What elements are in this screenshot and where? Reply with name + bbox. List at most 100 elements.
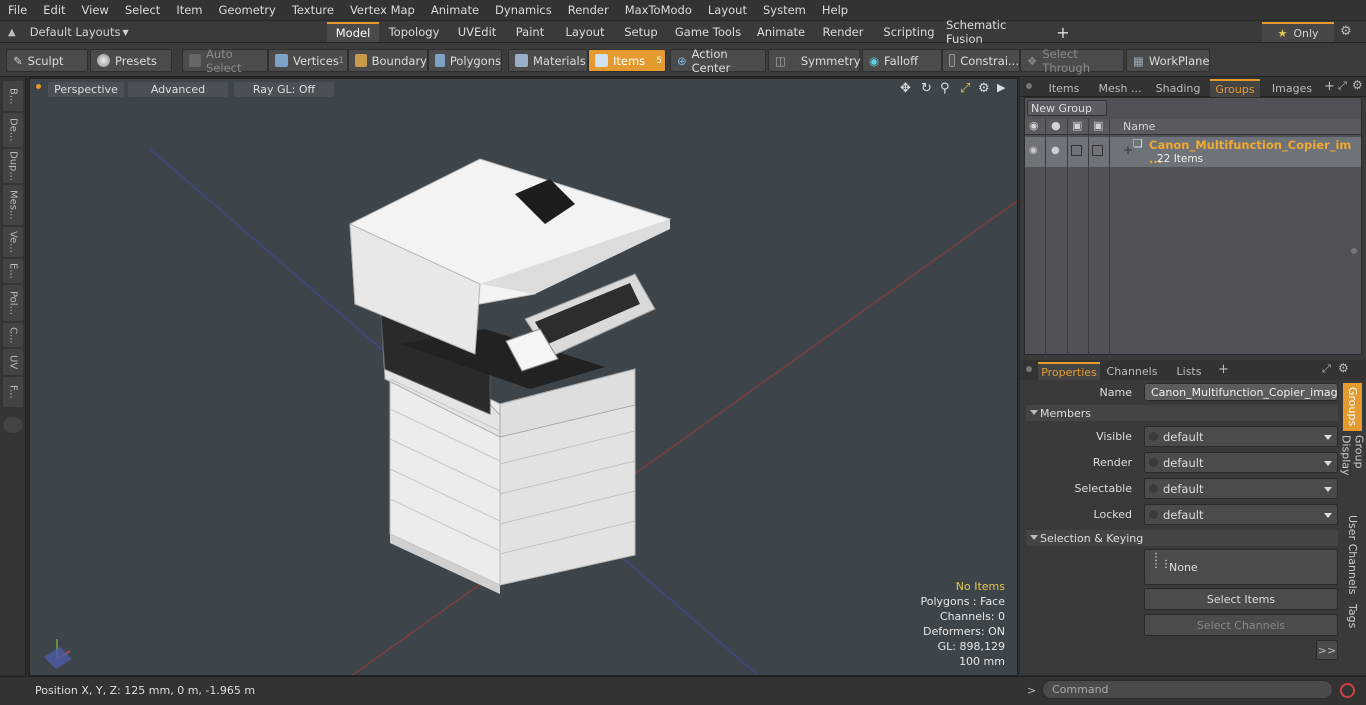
tab-shading[interactable]: Shading bbox=[1150, 79, 1206, 97]
raygl-toggle[interactable]: Ray GL: Off bbox=[234, 82, 334, 97]
left-tab-fusion[interactable]: F... bbox=[3, 377, 23, 407]
gear-icon[interactable]: ⚙ bbox=[1340, 24, 1358, 40]
menu-layout[interactable]: Layout bbox=[700, 3, 755, 17]
items-button[interactable]: Items 5 bbox=[588, 49, 666, 72]
left-tab-basic[interactable]: B... bbox=[3, 81, 23, 111]
visibility-eye-icon[interactable]: ◉ bbox=[1029, 119, 1039, 132]
prop-gear-icon[interactable]: ⚙ bbox=[1338, 361, 1349, 375]
menu-select[interactable]: Select bbox=[117, 3, 168, 17]
shading-advanced-dropdown[interactable]: Advanced bbox=[128, 82, 228, 97]
only-toggle[interactable]: ★ Only bbox=[1262, 22, 1334, 42]
tab-properties[interactable]: Properties bbox=[1038, 362, 1100, 380]
tab-setup[interactable]: Setup bbox=[618, 22, 664, 42]
tab-scripting[interactable]: Scripting bbox=[878, 22, 940, 42]
expand-more-button[interactable]: >> bbox=[1316, 640, 1338, 660]
tab-channels[interactable]: Channels bbox=[1104, 362, 1160, 380]
maximize-icon[interactable]: ⤢ bbox=[1338, 79, 1347, 93]
panel-menu-dot-icon[interactable] bbox=[1026, 83, 1032, 89]
perspective-dropdown[interactable]: Perspective bbox=[48, 82, 124, 97]
selectable-dropdown[interactable]: default bbox=[1144, 478, 1338, 499]
tab-items[interactable]: Items bbox=[1038, 79, 1090, 97]
left-tab-mesh[interactable]: Mes... bbox=[3, 185, 23, 225]
record-icon[interactable] bbox=[1340, 683, 1355, 698]
workplane-button[interactable]: ▦ WorkPlane bbox=[1126, 49, 1210, 72]
side-tab-group-display[interactable]: Group Display bbox=[1340, 435, 1366, 511]
select-through-button[interactable]: ❖ Select Through bbox=[1020, 47, 1124, 75]
tab-render[interactable]: Render bbox=[816, 22, 870, 42]
boundary-button[interactable]: Boundary bbox=[348, 49, 428, 72]
menu-help[interactable]: Help bbox=[814, 3, 856, 17]
side-tab-groups[interactable]: Groups bbox=[1343, 383, 1362, 431]
add-panel-tab-icon[interactable]: + bbox=[1324, 79, 1335, 94]
left-tab-edge[interactable]: E... bbox=[3, 259, 23, 283]
menu-edit[interactable]: Edit bbox=[35, 3, 73, 17]
select-items-button[interactable]: Select Items bbox=[1144, 588, 1338, 610]
prop-maximize-icon[interactable]: ⤢ bbox=[1322, 362, 1331, 376]
menu-animate[interactable]: Animate bbox=[423, 3, 487, 17]
tab-animate[interactable]: Animate bbox=[752, 22, 810, 42]
tab-uvedit[interactable]: UVEdit bbox=[450, 22, 504, 42]
add-tab-icon[interactable]: + bbox=[1052, 22, 1074, 42]
render-icon[interactable]: ● bbox=[1051, 119, 1061, 132]
menu-vertex-map[interactable]: Vertex Map bbox=[342, 3, 423, 17]
polygons-button[interactable]: Polygons bbox=[428, 49, 502, 72]
left-tab-uv[interactable]: UV bbox=[3, 349, 23, 375]
menu-system[interactable]: System bbox=[755, 3, 814, 17]
left-tab-dot[interactable] bbox=[3, 417, 23, 433]
tab-groups[interactable]: Groups bbox=[1210, 79, 1260, 97]
left-tab-duplicate[interactable]: Dup... bbox=[3, 149, 23, 183]
side-tab-user-channels[interactable]: User Channels bbox=[1343, 515, 1362, 595]
row-render-icon[interactable]: ● bbox=[1051, 145, 1060, 156]
vertices-button[interactable]: Vertices 1 bbox=[268, 49, 348, 72]
group-row-canon[interactable]: ◉ ● + ❏ Canon_Multifunction_Copier_im ..… bbox=[1025, 137, 1361, 167]
menu-view[interactable]: View bbox=[74, 3, 117, 17]
zoom-icon[interactable]: ⚲ bbox=[940, 81, 950, 96]
symmetry-button[interactable]: ◫ Symmetry bbox=[768, 49, 861, 72]
collapse-arrow-icon[interactable]: ▲ bbox=[8, 27, 16, 38]
left-tab-deform[interactable]: De... bbox=[3, 113, 23, 147]
tab-paint[interactable]: Paint bbox=[508, 22, 552, 42]
pan-icon[interactable]: ✥ bbox=[900, 81, 911, 96]
tab-schematic-fusion[interactable]: Schematic Fusion bbox=[946, 18, 1046, 46]
row-eye-icon[interactable]: ◉ bbox=[1029, 145, 1038, 156]
left-tab-polygon[interactable]: Pol... bbox=[3, 285, 23, 321]
menu-file[interactable]: File bbox=[0, 3, 35, 17]
row-lock-checkbox[interactable] bbox=[1071, 145, 1082, 156]
left-tab-vertex[interactable]: Ve... bbox=[3, 227, 23, 257]
locked-dropdown[interactable]: default bbox=[1144, 504, 1338, 525]
left-tab-curve[interactable]: C... bbox=[3, 323, 23, 347]
fit-view-icon[interactable]: ⤢ bbox=[960, 81, 970, 96]
menu-render[interactable]: Render bbox=[560, 3, 617, 17]
tab-model[interactable]: Model bbox=[327, 22, 379, 42]
add-prop-tab-icon[interactable]: + bbox=[1218, 362, 1229, 377]
tab-topology[interactable]: Topology bbox=[383, 22, 445, 42]
layouts-dropdown[interactable]: ▲ Default Layouts ▼ bbox=[0, 21, 136, 43]
3d-viewport[interactable]: Perspective Advanced Ray GL: Off ✥ ↻ ⚲ ⤢… bbox=[29, 78, 1018, 676]
members-section[interactable]: Members bbox=[1026, 405, 1338, 421]
lock-cube-icon[interactable]: ▣ bbox=[1072, 119, 1082, 132]
materials-button[interactable]: Materials bbox=[508, 49, 588, 72]
new-group-button[interactable]: New Group bbox=[1027, 100, 1107, 116]
viewport-menu-dot-icon[interactable] bbox=[36, 84, 41, 89]
action-center-button[interactable]: ⊕ Action Center bbox=[670, 47, 766, 75]
select-channels-button[interactable]: Select Channels bbox=[1144, 614, 1338, 636]
keying-none-button[interactable]: ⋮ ⋮⋮ None bbox=[1144, 549, 1338, 585]
name-field[interactable]: Canon_Multifunction_Copier_image_R bbox=[1144, 383, 1338, 401]
sculpt-button[interactable]: ✎ Sculpt bbox=[6, 49, 88, 72]
menu-geometry[interactable]: Geometry bbox=[211, 3, 284, 17]
menu-item[interactable]: Item bbox=[168, 3, 210, 17]
tab-mesh[interactable]: Mesh ... bbox=[1092, 79, 1148, 97]
constraints-button[interactable]: Constrai... bbox=[942, 49, 1020, 72]
command-input[interactable]: Command bbox=[1042, 680, 1333, 699]
expand-plus-icon[interactable]: + bbox=[1123, 143, 1133, 157]
tab-layout[interactable]: Layout bbox=[560, 22, 610, 42]
prop-menu-dot-icon[interactable] bbox=[1026, 366, 1032, 372]
viewport-expand-icon[interactable]: ▶ bbox=[997, 81, 1005, 94]
scrollbar-handle[interactable] bbox=[1351, 248, 1357, 254]
tab-images[interactable]: Images bbox=[1264, 79, 1320, 97]
visible-dropdown[interactable]: default bbox=[1144, 426, 1338, 447]
presets-button[interactable]: Presets bbox=[90, 49, 172, 72]
row-select-checkbox[interactable] bbox=[1092, 145, 1103, 156]
tab-game-tools[interactable]: Game Tools bbox=[672, 22, 744, 42]
auto-select-button[interactable]: Auto Select bbox=[182, 47, 268, 75]
